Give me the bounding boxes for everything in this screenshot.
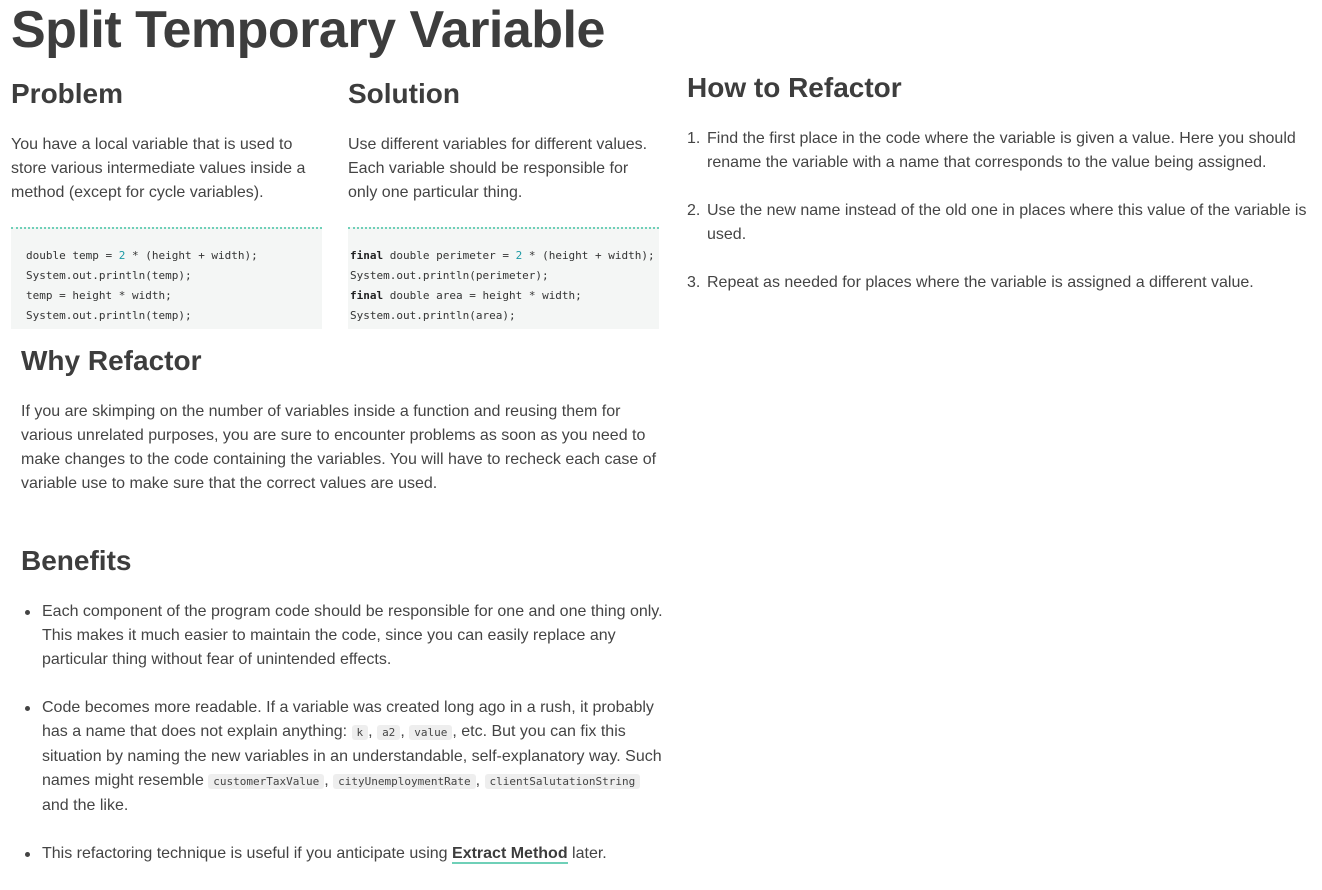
extract-method-link[interactable]: Extract Method xyxy=(452,845,568,864)
inline-code: value xyxy=(409,725,453,740)
benefit-text: Each component of the program code shoul… xyxy=(42,603,663,668)
page-title: Split Temporary Variable xyxy=(11,1,605,59)
code-line: final double perimeter = 2 * (height + w… xyxy=(350,246,657,266)
benefits-list: Each component of the program code shoul… xyxy=(21,600,666,866)
code-line: System.out.println(perimeter); xyxy=(350,266,657,286)
inline-code: a2 xyxy=(377,725,401,740)
inline-code: clientSalutationString xyxy=(484,774,641,789)
benefit-item: Each component of the program code shoul… xyxy=(21,600,666,672)
problem-heading: Problem xyxy=(11,78,124,109)
refactor-step: 2. Use the new name instead of the old on… xyxy=(687,199,1312,247)
refactor-step: 3. Repeat as needed for places where the … xyxy=(687,271,1312,295)
code-keyword: final xyxy=(350,289,384,302)
code-line: System.out.println(temp); xyxy=(26,266,308,286)
how-to-refactor-section: How to Refactor 1. Find the first place i… xyxy=(687,72,1312,319)
problem-code-block: double temp = 2 * (height + width); Syste… xyxy=(11,227,322,329)
code-text: temp = height * width; xyxy=(26,289,172,302)
benefit-text: This refactoring technique is useful if … xyxy=(42,845,453,862)
code-line: System.out.println(temp); xyxy=(26,306,308,326)
solution-section: Solution Use different variables for dif… xyxy=(348,78,659,205)
why-refactor-heading: Why Refactor xyxy=(21,345,202,376)
code-text: System.out.println(area); xyxy=(350,309,516,322)
code-line: temp = height * width; xyxy=(26,286,308,306)
benefit-text: , xyxy=(324,772,334,789)
bullet-icon xyxy=(25,610,30,615)
benefit-text: , xyxy=(368,723,378,740)
code-text: System.out.println(temp); xyxy=(26,309,192,322)
benefit-text: , xyxy=(475,772,485,789)
code-text: double perimeter = xyxy=(383,249,516,262)
code-keyword: final xyxy=(350,249,384,262)
bullet-icon xyxy=(25,852,30,857)
refactor-step: 1. Find the first place in the code where… xyxy=(687,127,1312,175)
benefit-text: and the like. xyxy=(42,797,129,814)
step-text: Repeat as needed for places where the va… xyxy=(707,274,1254,291)
inline-code: customerTaxValue xyxy=(208,774,325,789)
problem-text: You have a local variable that is used t… xyxy=(11,136,306,201)
code-text: System.out.println(temp); xyxy=(26,269,192,282)
bullet-icon xyxy=(25,706,30,711)
inline-code: k xyxy=(351,725,369,740)
code-line: final double area = height * width; xyxy=(350,286,657,306)
step-number: 3. xyxy=(687,274,701,291)
code-text: System.out.println(perimeter); xyxy=(350,269,549,282)
code-line: System.out.println(area); xyxy=(350,306,657,326)
problem-section: Problem You have a local variable that i… xyxy=(11,78,322,205)
benefit-text: later. xyxy=(567,845,607,862)
inline-code: cityUnemploymentRate xyxy=(333,774,476,789)
step-text: Find the first place in the code where t… xyxy=(707,130,1296,171)
code-text: * (height + width); xyxy=(522,249,655,262)
solution-text: Use different variables for different va… xyxy=(348,136,648,201)
code-text: * (height + width); xyxy=(125,249,258,262)
step-text: Use the new name instead of the old one … xyxy=(707,202,1307,243)
solution-heading: Solution xyxy=(348,78,460,109)
code-line: double temp = 2 * (height + width); xyxy=(26,246,308,266)
how-to-refactor-heading: How to Refactor xyxy=(687,72,902,103)
why-refactor-section: Why Refactor If you are skimping on the … xyxy=(21,345,663,496)
why-refactor-text: If you are skimping on the number of var… xyxy=(21,403,657,492)
benefits-section: Benefits Each component of the program c… xyxy=(21,545,666,890)
step-number: 1. xyxy=(687,130,701,147)
how-to-refactor-steps: 1. Find the first place in the code where… xyxy=(687,127,1312,295)
benefit-item: This refactoring technique is useful if … xyxy=(21,842,666,866)
benefits-heading: Benefits xyxy=(21,545,132,576)
step-number: 2. xyxy=(687,202,701,219)
benefit-item: Code becomes more readable. If a variabl… xyxy=(21,696,666,818)
code-text: double area = height * width; xyxy=(383,289,582,302)
code-text: double temp = xyxy=(26,249,119,262)
solution-code-block: final double perimeter = 2 * (height + w… xyxy=(348,227,659,329)
benefit-text: , xyxy=(400,723,410,740)
